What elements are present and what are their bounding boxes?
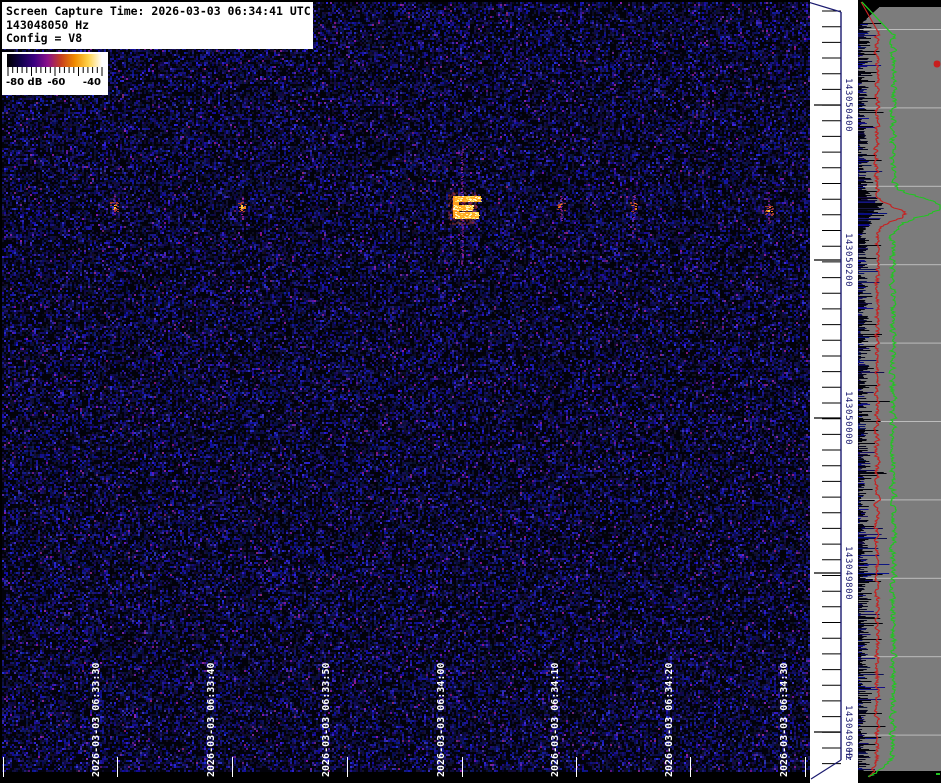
colorbar-ruler [7, 67, 104, 77]
time-axis-tick [117, 757, 118, 777]
colorbar-label-min: -80 dB [6, 77, 42, 88]
colorbar-labels: -80 dB -60 -40 [6, 77, 104, 88]
spectrum-panel-canvas [858, 0, 941, 783]
time-axis-tick [690, 757, 691, 777]
spectrogram-canvas [2, 2, 810, 781]
frequency-axis-label: 143050000 [843, 391, 853, 445]
time-axis-label: 2026-03-03 06:34:30 [779, 663, 791, 777]
frequency-axis-label: 143049600 [843, 705, 853, 759]
meteor-spectrogram-app: Screen Capture Time: 2026-03-03 06:34:41… [0, 0, 941, 783]
colorbar-label-mid: -60 [47, 77, 65, 88]
time-axis-label: 2026-03-03 06:33:50 [321, 663, 333, 777]
colorbar: -80 dB -60 -40 [2, 52, 108, 95]
center-frequency-text: 143048050 Hz [6, 19, 313, 33]
time-axis-label: 2026-03-03 06:33:40 [206, 663, 218, 777]
time-axis-edge-tick [3, 757, 4, 777]
colorbar-gradient [7, 54, 102, 67]
capture-info-box: Screen Capture Time: 2026-03-03 06:34:41… [2, 2, 313, 49]
time-axis-label: 2026-03-03 06:34:10 [550, 663, 562, 777]
time-axis-label: 2026-03-03 06:34:20 [664, 663, 676, 777]
time-axis-tick [805, 757, 806, 777]
colorbar-label-max: -40 [83, 77, 101, 88]
time-axis-tick [576, 757, 577, 777]
config-text: Config = V8 [6, 32, 313, 46]
frequency-axis-label: 143050400 [843, 78, 853, 132]
capture-time-text: Screen Capture Time: 2026-03-03 06:34:41… [6, 5, 313, 19]
time-axis-tick [462, 757, 463, 777]
time-axis-label: 2026-03-03 06:34:00 [436, 663, 448, 777]
frequency-axis-label: 143049800 [843, 546, 853, 600]
frequency-axis-panel: Hz 1430504001430502001430500001430498001… [810, 0, 858, 783]
time-axis-tick [347, 757, 348, 777]
time-axis-tick [232, 757, 233, 777]
frequency-axis-label: 143050200 [843, 233, 853, 287]
time-axis-label: 2026-03-03 06:33:30 [91, 663, 103, 777]
